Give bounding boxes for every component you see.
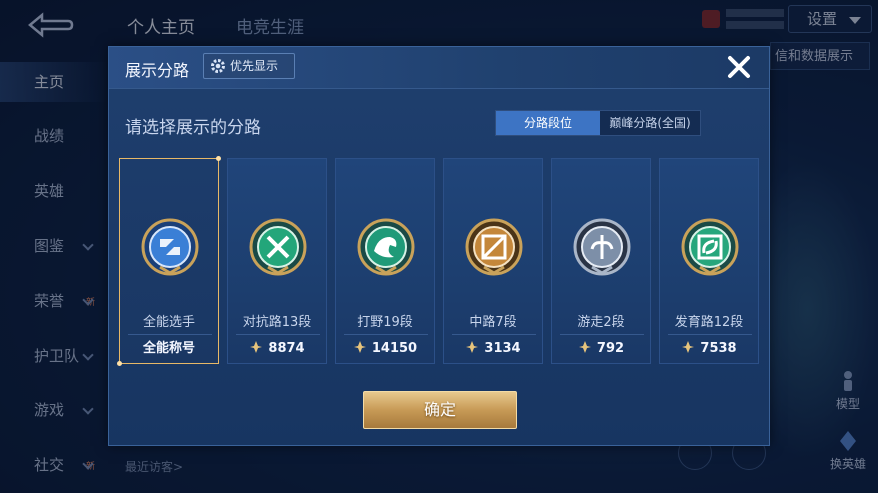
confirm-button[interactable]: 确定 [363, 391, 517, 429]
lane-card-label: 发育路12段 [674, 315, 744, 330]
farm-lane-emblem-icon [681, 218, 739, 276]
lane-mode-toggle: 分路段位 巅峰分路(全国) [495, 110, 701, 136]
all-round-title: 全能称号 [142, 341, 195, 356]
lane-score: 14150 [371, 341, 418, 356]
rank-star-icon [578, 341, 591, 353]
lane-card-footer: 3134 [444, 339, 542, 359]
lane-card-footer: 792 [552, 339, 650, 359]
corner-dot [216, 156, 221, 161]
lane-display-dialog: 展示分路 优先显示 请选择展示的分路 分路段位 巅峰分路(全国) 全能选手 全能… [108, 46, 770, 446]
clash-lane-emblem-icon [249, 218, 307, 276]
rank-star-icon [466, 341, 479, 353]
card-divider [668, 334, 752, 335]
lane-card-roam[interactable]: 游走2段 792 [551, 158, 651, 364]
lane-score: 3134 [484, 341, 521, 356]
lane-card-mid[interactable]: 中路7段 3134 [443, 158, 543, 364]
gear-icon [211, 59, 225, 73]
dialog-header: 展示分路 优先显示 [109, 47, 769, 89]
lane-card-footer: 全能称号 [120, 339, 218, 359]
card-divider [236, 334, 320, 335]
lane-card-footer: 7538 [660, 339, 758, 359]
card-divider [452, 334, 536, 335]
lane-card-list: 全能选手 全能称号 对抗路13段 8874 打野19段 14150 中路7段 3… [117, 156, 761, 366]
lane-score: 792 [596, 341, 625, 356]
lane-card-farm[interactable]: 发育路12段 7538 [659, 158, 759, 364]
priority-display-label: 优先显示 [230, 59, 279, 73]
card-divider [128, 334, 212, 335]
lane-card-label: 打野19段 [357, 315, 413, 330]
rank-star-icon [682, 341, 695, 353]
section-title: 请选择展示的分路 [125, 118, 261, 138]
tab-peak-lane[interactable]: 巅峰分路(全国) [600, 111, 700, 135]
rank-star-icon [250, 341, 263, 353]
tab-lane-rank[interactable]: 分路段位 [496, 111, 600, 135]
corner-dot [117, 361, 122, 366]
roam-emblem-icon [573, 218, 631, 276]
jungle-emblem-icon [357, 218, 415, 276]
all-round-emblem-icon [141, 218, 199, 276]
lane-score: 8874 [268, 341, 305, 356]
lane-card-all-round[interactable]: 全能选手 全能称号 [117, 156, 221, 366]
lane-card-clash[interactable]: 对抗路13段 8874 [227, 158, 327, 364]
card-divider [560, 334, 644, 335]
lane-card-label: 全能选手 [142, 315, 195, 330]
card-divider [344, 334, 428, 335]
lane-card-label: 对抗路13段 [242, 315, 312, 330]
lane-score: 7538 [700, 341, 737, 356]
close-icon[interactable] [723, 51, 755, 83]
lane-card-label: 中路7段 [469, 315, 517, 330]
lane-card-footer: 14150 [336, 339, 434, 359]
lane-card-label: 游走2段 [577, 315, 625, 330]
mid-lane-emblem-icon [465, 218, 523, 276]
priority-display-button[interactable]: 优先显示 [203, 53, 295, 79]
lane-card-jungle[interactable]: 打野19段 14150 [335, 158, 435, 364]
rank-star-icon [353, 341, 366, 353]
dialog-title: 展示分路 [125, 61, 190, 80]
lane-card-footer: 8874 [228, 339, 326, 359]
